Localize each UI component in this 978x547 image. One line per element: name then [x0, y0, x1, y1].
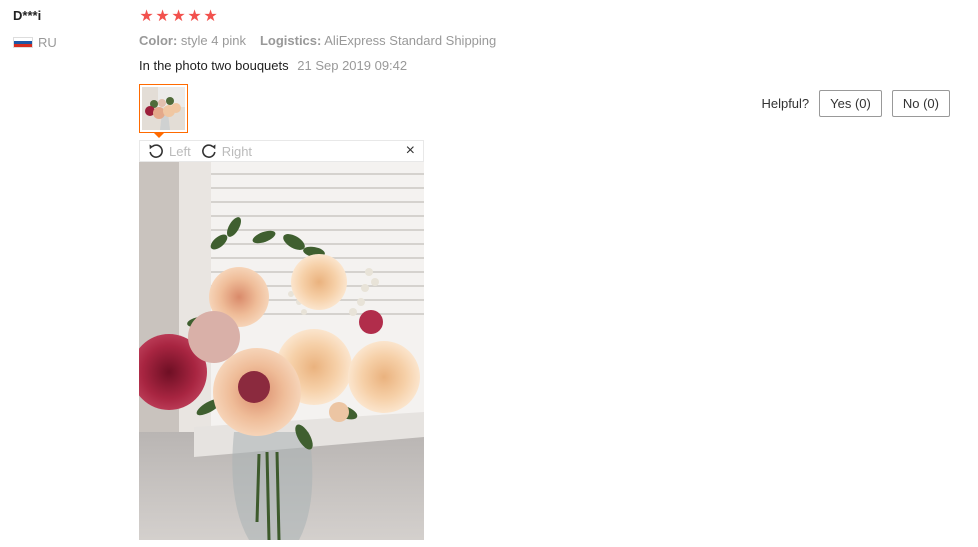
rotate-left-icon — [149, 144, 163, 158]
helpful-voting: Helpful? Yes (0) No (0) — [761, 90, 950, 117]
logistics-value: AliExpress Standard Shipping — [324, 33, 497, 48]
rotate-right-label: Right — [221, 143, 253, 159]
star-icon: ★ — [139, 8, 154, 25]
sku-color: Color: style 4 pink — [139, 33, 246, 48]
logistics-key: Logistics: — [259, 33, 322, 48]
review-date: 21 Sep 2019 09:42 — [297, 58, 408, 73]
reviewer-name: D***i — [13, 8, 42, 23]
sku-info: Color: style 4 pink Logistics: AliExpres… — [139, 33, 496, 48]
thumbnail-active-caret — [153, 132, 165, 138]
review-text: In the photo two bouquets — [139, 58, 289, 73]
thumbnail-flowers — [142, 87, 185, 130]
country-code: RU — [38, 35, 57, 50]
helpful-no-button[interactable]: No (0) — [891, 90, 950, 117]
star-icon: ★ — [171, 8, 186, 25]
sku-logistics: Logistics: AliExpress Standard Shipping — [260, 33, 496, 48]
thumbnail-image — [142, 87, 185, 130]
close-icon[interactable]: × — [406, 143, 415, 159]
color-value: style 4 pink — [180, 33, 246, 48]
rotate-right-icon — [201, 144, 216, 158]
review-content: In the photo two bouquets 21 Sep 2019 09… — [139, 58, 407, 73]
review-photo-large — [139, 162, 424, 540]
star-icon: ★ — [187, 8, 202, 25]
russia-flag-icon — [13, 37, 33, 48]
helpful-yes-button[interactable]: Yes (0) — [819, 90, 882, 117]
color-key: Color: — [139, 33, 178, 48]
rotate-left-button[interactable]: Left — [148, 143, 191, 159]
rotate-left-label: Left — [169, 143, 191, 159]
rotate-right-button[interactable]: Right — [201, 143, 252, 159]
star-rating: ★ ★ ★ ★ ★ — [139, 8, 218, 26]
star-icon: ★ — [155, 8, 170, 25]
star-icon: ★ — [203, 8, 218, 25]
helpful-label: Helpful? — [761, 96, 810, 111]
review-photo-thumbnail[interactable] — [139, 84, 188, 133]
photo-viewer-toolbar: Left Right × — [139, 140, 424, 162]
flower-bouquet-photo — [139, 162, 424, 540]
reviewer-country: RU — [13, 35, 57, 50]
